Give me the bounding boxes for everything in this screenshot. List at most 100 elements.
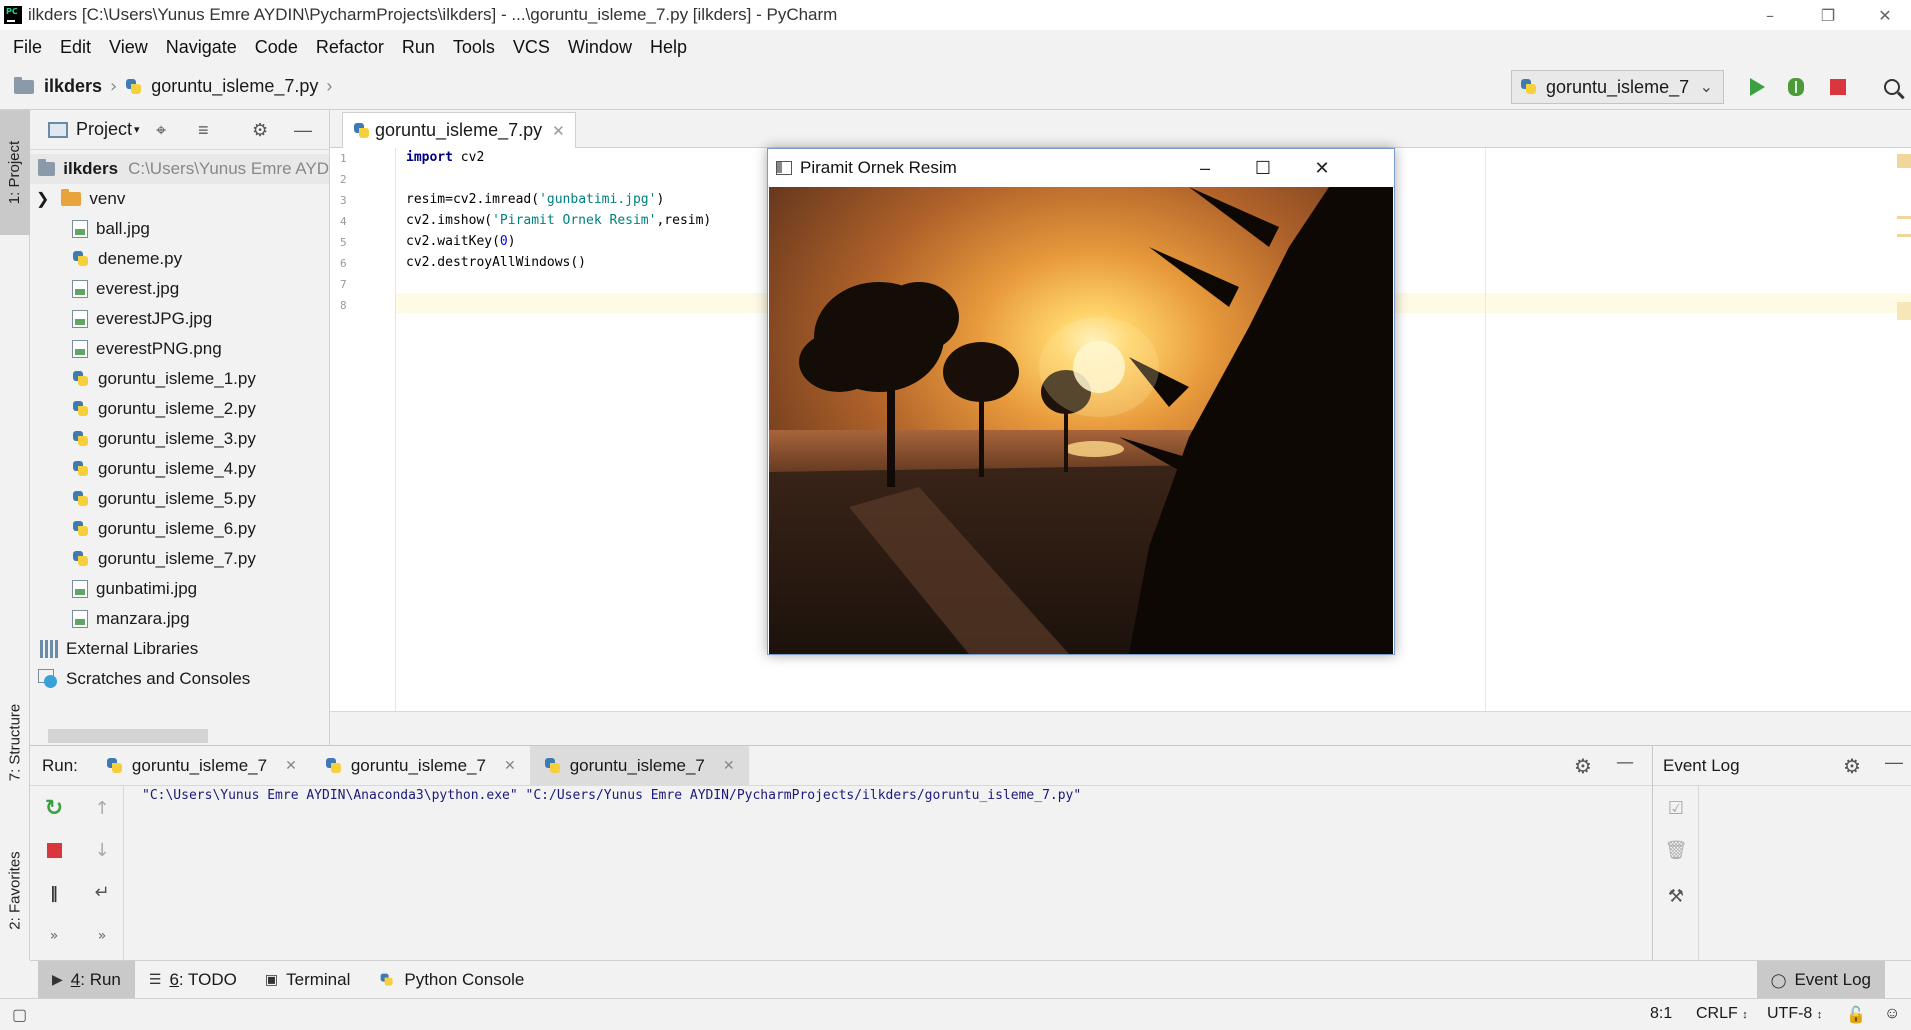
scroll-marker[interactable]: [1897, 234, 1911, 237]
tree-item[interactable]: deneme.py: [30, 244, 329, 274]
run-toolbar: ↻ ↑ ↓ ‖ ↵ » »: [30, 786, 124, 961]
menu-vcs[interactable]: VCS: [504, 37, 559, 58]
debug-button[interactable]: [1785, 76, 1807, 98]
tree-root-ilkders[interactable]: ilkders C:\Users\Yunus Emre AYD: [30, 154, 329, 184]
arrow-up-icon[interactable]: ↑: [88, 794, 116, 822]
tree-item-external-libraries[interactable]: External Libraries: [30, 634, 329, 664]
mark-read-icon[interactable]: ☑: [1662, 794, 1690, 822]
run-tab[interactable]: goruntu_isleme_7 ✕: [92, 746, 311, 786]
toggle-tool-windows-icon[interactable]: ▢: [12, 1005, 27, 1025]
stop-run-button[interactable]: [40, 836, 68, 864]
tree-item[interactable]: goruntu_isleme_7.py: [30, 544, 329, 574]
trash-icon[interactable]: 🗑: [1662, 836, 1690, 864]
tool-run-button[interactable]: ▶ 4: Run: [38, 960, 135, 999]
line-number: 4: [340, 215, 347, 228]
hide-panel-icon[interactable]: —: [294, 120, 312, 141]
run-button[interactable]: [1746, 76, 1768, 98]
stop-icon: [46, 842, 62, 858]
tab-favorites[interactable]: 2: Favorites: [0, 825, 30, 955]
search-everywhere-button[interactable]: [1881, 76, 1903, 98]
close-tab-icon[interactable]: ✕: [504, 757, 516, 774]
tree-item[interactable]: gunbatimi.jpg: [30, 574, 329, 604]
tree-item[interactable]: everestJPG.jpg: [30, 304, 329, 334]
hide-panel-icon[interactable]: —: [1616, 752, 1634, 773]
tree-item-label: gunbatimi.jpg: [96, 579, 198, 598]
hide-panel-icon[interactable]: —: [1885, 752, 1903, 773]
tool-python-console-button[interactable]: Python Console: [364, 961, 538, 999]
tree-item[interactable]: manzara.jpg: [30, 604, 329, 634]
more-icon[interactable]: »: [40, 922, 68, 950]
run-tab[interactable]: goruntu_isleme_7 ✕: [311, 746, 530, 786]
tool-terminal-button[interactable]: ▣ Terminal: [251, 961, 364, 999]
play-icon: ▶: [52, 971, 63, 987]
lock-icon[interactable]: 🔓: [1846, 1005, 1866, 1025]
line-separator-select[interactable]: CRLF ↕: [1696, 1005, 1748, 1023]
scroll-marker[interactable]: [1897, 302, 1911, 320]
arrow-down-icon[interactable]: ↓: [88, 836, 116, 864]
tree-item[interactable]: goruntu_isleme_3.py: [30, 424, 329, 454]
inspector-icon[interactable]: ☺: [1884, 1005, 1900, 1023]
tree-item[interactable]: goruntu_isleme_5.py: [30, 484, 329, 514]
tab-structure[interactable]: 7: Structure: [0, 680, 30, 805]
image-maximize-button[interactable]: ☐: [1235, 149, 1291, 187]
menu-view[interactable]: View: [100, 37, 157, 58]
tree-item[interactable]: everest.jpg: [30, 274, 329, 304]
caret-position[interactable]: 8:1: [1650, 1005, 1672, 1023]
breadcrumb-file[interactable]: goruntu_isleme_7.py ›: [125, 76, 340, 97]
menu-tools[interactable]: Tools: [444, 37, 504, 58]
wrench-icon[interactable]: ⚒: [1662, 882, 1690, 910]
tab-goruntu-isleme-7[interactable]: goruntu_isleme_7.py ✕: [342, 112, 576, 148]
breadcrumb-project[interactable]: ilkders: [14, 76, 102, 97]
menu-run[interactable]: Run: [393, 37, 444, 58]
tool-todo-button[interactable]: ☰ 6: TODO: [135, 961, 251, 999]
tree-item[interactable]: everestPNG.png: [30, 334, 329, 364]
close-button[interactable]: ✕: [1856, 0, 1911, 30]
project-view-select[interactable]: Project: [76, 119, 132, 140]
gear-icon[interactable]: ⚙: [252, 120, 268, 141]
tree-item-venv[interactable]: ❯ venv: [30, 184, 329, 214]
tree-item-scratches[interactable]: Scratches and Consoles: [30, 664, 329, 694]
image-minimize-button[interactable]: –: [1177, 149, 1233, 187]
collapse-all-icon[interactable]: ≡: [198, 120, 209, 141]
tree-item[interactable]: goruntu_isleme_6.py: [30, 514, 329, 544]
chevron-right-icon[interactable]: ❯: [36, 189, 49, 209]
image-close-button[interactable]: ✕: [1294, 149, 1350, 187]
menu-refactor[interactable]: Refactor: [307, 37, 393, 58]
menu-window[interactable]: Window: [559, 37, 641, 58]
run-tab-label: goruntu_isleme_7: [569, 755, 705, 775]
menu-help[interactable]: Help: [641, 37, 696, 58]
image-window-titlebar[interactable]: Piramit Ornek Resim – ☐ ✕: [768, 149, 1394, 187]
tree-item[interactable]: goruntu_isleme_4.py: [30, 454, 329, 484]
stop-button[interactable]: [1827, 76, 1849, 98]
close-tab-icon[interactable]: ✕: [723, 757, 735, 774]
close-tab-icon[interactable]: ✕: [285, 757, 297, 774]
encoding-select[interactable]: UTF-8 ↕: [1767, 1005, 1822, 1023]
minimize-button[interactable]: –: [1741, 0, 1799, 30]
locate-target-icon[interactable]: ⌖: [156, 120, 166, 141]
soft-wrap-icon[interactable]: ↵: [88, 878, 116, 906]
tree-item[interactable]: ball.jpg: [30, 214, 329, 244]
restore-button[interactable]: ❐: [1799, 0, 1857, 30]
pause-icon[interactable]: ‖: [40, 878, 68, 906]
run-tab-active[interactable]: goruntu_isleme_7 ✕: [529, 745, 749, 786]
run-configuration-select[interactable]: goruntu_isleme_7 ⌄: [1511, 70, 1724, 104]
tree-item[interactable]: goruntu_isleme_1.py: [30, 364, 329, 394]
tree-item[interactable]: goruntu_isleme_2.py: [30, 394, 329, 424]
scroll-marker[interactable]: [1897, 216, 1911, 219]
tool-event-log-button[interactable]: ◯ Event Log: [1756, 961, 1885, 999]
gear-icon[interactable]: ⚙: [1843, 754, 1861, 779]
tab-project[interactable]: 1: Project: [0, 110, 30, 235]
menu-navigate[interactable]: Navigate: [157, 37, 246, 58]
rerun-icon[interactable]: ↻: [40, 794, 68, 822]
close-tab-icon[interactable]: ✕: [552, 122, 565, 140]
gear-icon[interactable]: ⚙: [1574, 754, 1592, 778]
horizontal-scrollbar[interactable]: [48, 729, 208, 743]
opencv-image-window[interactable]: Piramit Ornek Resim – ☐ ✕: [767, 148, 1395, 655]
scroll-marker[interactable]: [1897, 154, 1911, 168]
image-file-icon: [72, 610, 88, 628]
menu-edit[interactable]: Edit: [51, 37, 100, 58]
more-icon[interactable]: »: [88, 922, 116, 950]
menu-code[interactable]: Code: [246, 37, 307, 58]
menu-file[interactable]: File: [4, 37, 51, 58]
run-console-output[interactable]: "C:\Users\Yunus Emre AYDIN\Anaconda3\pyt…: [142, 788, 1081, 803]
